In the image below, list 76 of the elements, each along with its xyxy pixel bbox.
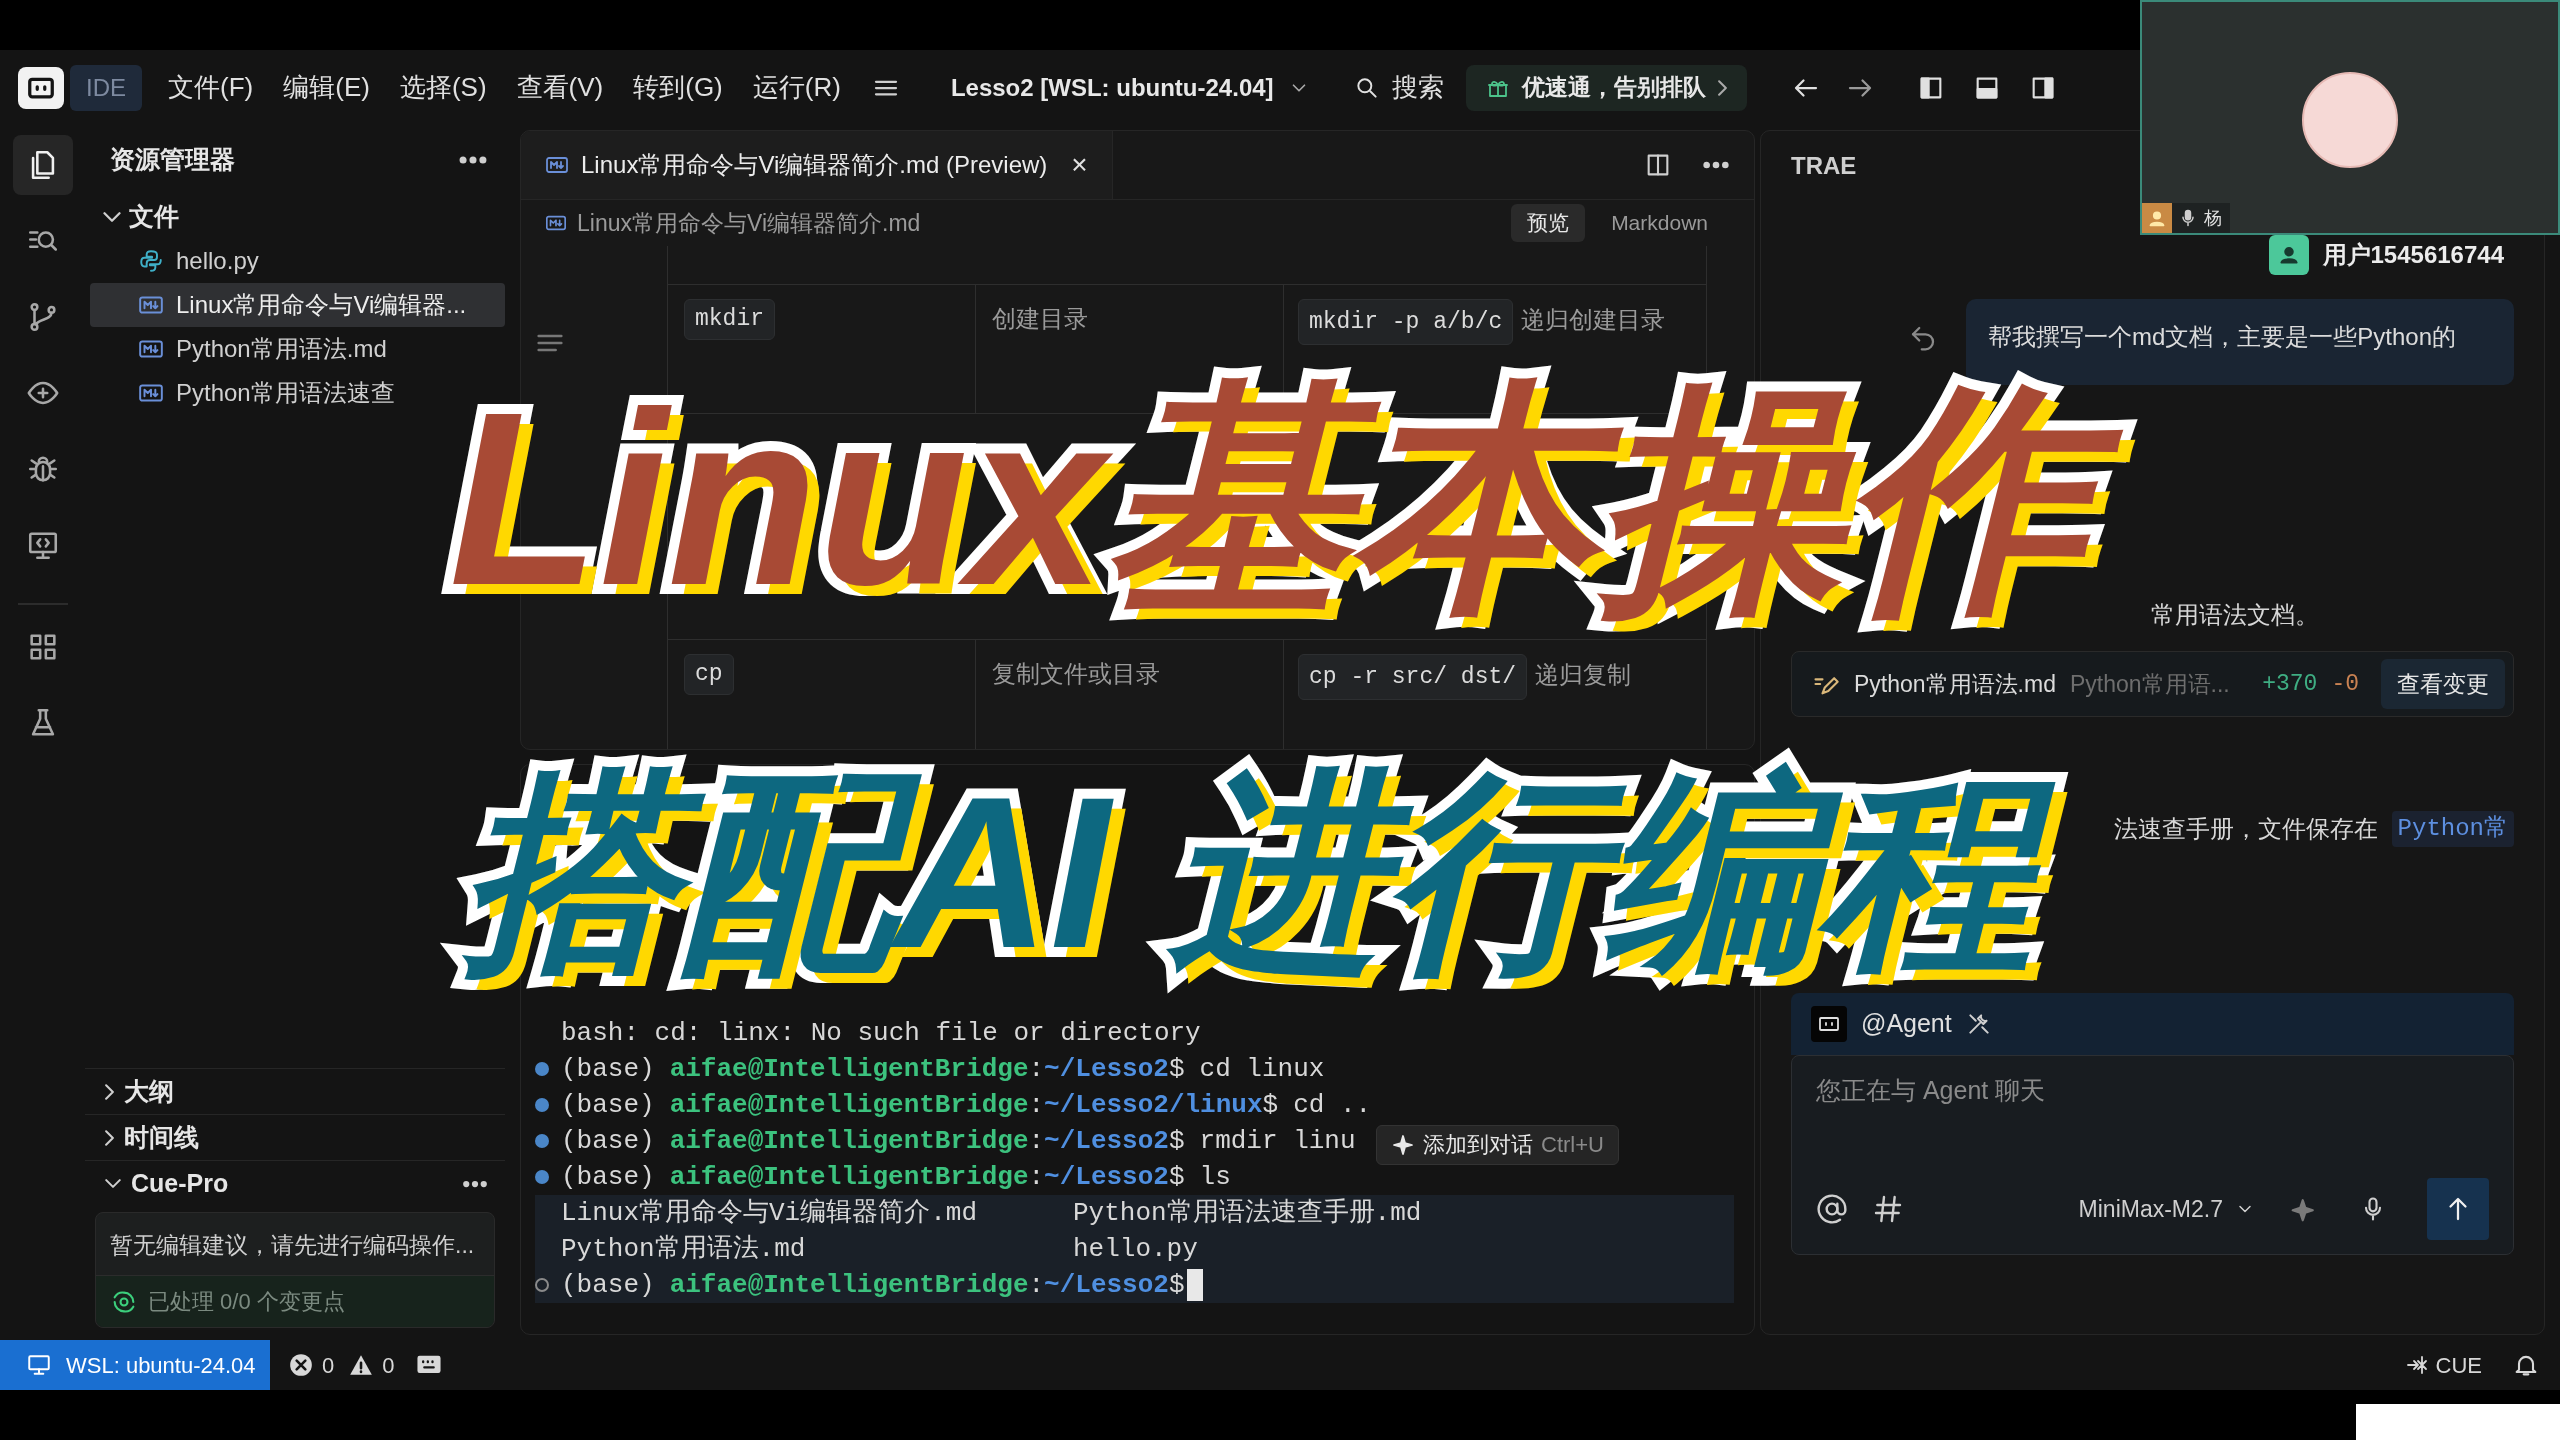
table-cell: 递归复制 <box>1535 661 1632 688</box>
search-button[interactable]: 搜索 <box>1353 68 1444 107</box>
menu-item[interactable]: 选择(S) <box>399 68 487 107</box>
cue-indicator[interactable]: CUE <box>2405 1348 2482 1382</box>
code-span: cp -r src/ dst/ <box>1298 654 1528 700</box>
terminal-line: (base) aifae@IntelligentBridge:~/Lesso2$ rmdir linu <box>561 1125 1356 1158</box>
chat-input[interactable]: 您正在与 Agent 聊天 MiniMax-M2.7 <box>1791 1055 2514 1255</box>
chevron-down-icon <box>103 212 121 222</box>
chevron-right-icon <box>105 1083 114 1100</box>
terminal-line: (base) aifae@IntelligentBridge:~/Lesso2$ <box>561 1269 1185 1302</box>
agent-label: @Agent <box>1861 1008 1952 1040</box>
problems-indicator[interactable]: 0 0 <box>288 1348 395 1382</box>
user-name: 用户1545616744 <box>2322 240 2504 270</box>
terminal-line: (base) aifae@IntelligentBridge:~/Lesso2$ cd linux <box>561 1053 1325 1086</box>
file-name: Python常用语法.md <box>1854 669 2056 699</box>
asterisk-arrow-icon <box>2405 1353 2430 1377</box>
menu-item[interactable]: 文件(F) <box>168 68 254 107</box>
reply-text: 法速查手册，文件保存在 <box>2113 814 2378 844</box>
file-item[interactable]: Python常用语法.md <box>90 327 505 371</box>
files-button[interactable] <box>12 135 73 195</box>
table-cell: 复制文件或目录 <box>976 640 1284 749</box>
file-item[interactable]: hello.py <box>90 239 505 283</box>
panel-header[interactable]: 大纲 <box>85 1069 490 1114</box>
participant-name: 杨 <box>2204 206 2222 230</box>
removed-count: -0 <box>2331 669 2359 699</box>
status-text: 已处理 0/0 个变更点 <box>148 1288 345 1316</box>
menu-item[interactable]: 查看(V) <box>516 68 604 107</box>
panel-header[interactable]: 时间线 <box>85 1115 490 1160</box>
terminal-line: Python常用语法.md <box>561 1233 807 1266</box>
python-file-icon <box>138 248 164 274</box>
chevron-right-icon <box>105 1129 114 1146</box>
code-link[interactable]: Python常 <box>2391 811 2514 847</box>
cursor <box>1186 1269 1203 1301</box>
model-dropdown[interactable]: MiniMax-M2.7 <box>2078 1191 2255 1227</box>
editor-tab[interactable]: Linux常用命令与Vi编辑器简介.md (Preview) × <box>521 131 1113 199</box>
shortcut-text: Ctrl+U <box>1541 1131 1604 1159</box>
error-icon <box>288 1352 314 1378</box>
reply-text: 常用语法文档。 <box>2151 600 2320 630</box>
close-button[interactable]: × <box>1071 143 1088 186</box>
at-icon[interactable] <box>1816 1193 1848 1225</box>
terminal-line: (base) aifae@IntelligentBridge:~/Lesso2/linux$ cd .. <box>561 1089 1372 1122</box>
suggestion-text: 暂无编辑建议，请先进行编码操作... <box>109 1231 476 1260</box>
sparkle-icon <box>1391 1133 1415 1157</box>
code-span: mkdir -p a/b/c <box>1298 299 1514 345</box>
panel-title: TRAE <box>1791 151 1858 181</box>
terminal-line: hello.py <box>1073 1233 1199 1266</box>
file-path: Python常用语... <box>2069 669 2231 699</box>
breadcrumb[interactable]: Linux常用命令与Vi编辑器简介.md <box>545 205 921 241</box>
table-cell: 递归创建目录 <box>1521 306 1666 333</box>
tooltip-label: 添加到对话 <box>1423 1131 1533 1159</box>
ide-tab[interactable]: IDE <box>70 64 142 111</box>
section-header[interactable]: 文件 <box>85 195 505 239</box>
menu-item[interactable]: 转到(G) <box>633 68 723 107</box>
added-count: +370 <box>2262 669 2318 699</box>
explorer-title: 资源管理器 <box>110 144 235 176</box>
terminal-line: (base) aifae@IntelligentBridge:~/Lesso2$ ls <box>561 1161 1231 1194</box>
chevron-right-icon <box>1717 79 1727 96</box>
view-changes-button[interactable]: 查看变更 <box>2381 659 2505 709</box>
panel-header[interactable]: Cue-Pro <box>85 1161 460 1206</box>
send-button[interactable] <box>2427 1178 2489 1240</box>
chevron-down-icon <box>105 1179 121 1188</box>
terminal-line: Python常用语法速查手册.md <box>1073 1197 1423 1230</box>
view-mode-tab[interactable]: Markdown <box>1595 203 1724 242</box>
promo-button[interactable]: 优速通，告别排队 <box>1465 64 1747 111</box>
code-span: cp <box>684 654 734 695</box>
workspace-dropdown[interactable]: Lesso2 [WSL: ubuntu-24.04] <box>950 69 1310 106</box>
terminal-line: Linux常用命令与Vi编辑器简介.md <box>561 1197 979 1230</box>
monitor-icon <box>26 1352 52 1378</box>
menu-item[interactable]: 编辑(E) <box>283 68 370 107</box>
menu-item[interactable]: 运行(R) <box>752 68 841 107</box>
view-mode-tab[interactable]: 预览 <box>1511 203 1586 242</box>
terminal-line: bash: cd: linx: No such file or directory <box>561 1017 1201 1050</box>
remote-indicator[interactable]: WSL: ubuntu-24.04 <box>0 1340 270 1390</box>
hash-icon[interactable] <box>1872 1193 1904 1225</box>
file-item[interactable]: Linux常用命令与Vi编辑器... <box>90 283 505 327</box>
code-span: mkdir <box>684 299 775 340</box>
